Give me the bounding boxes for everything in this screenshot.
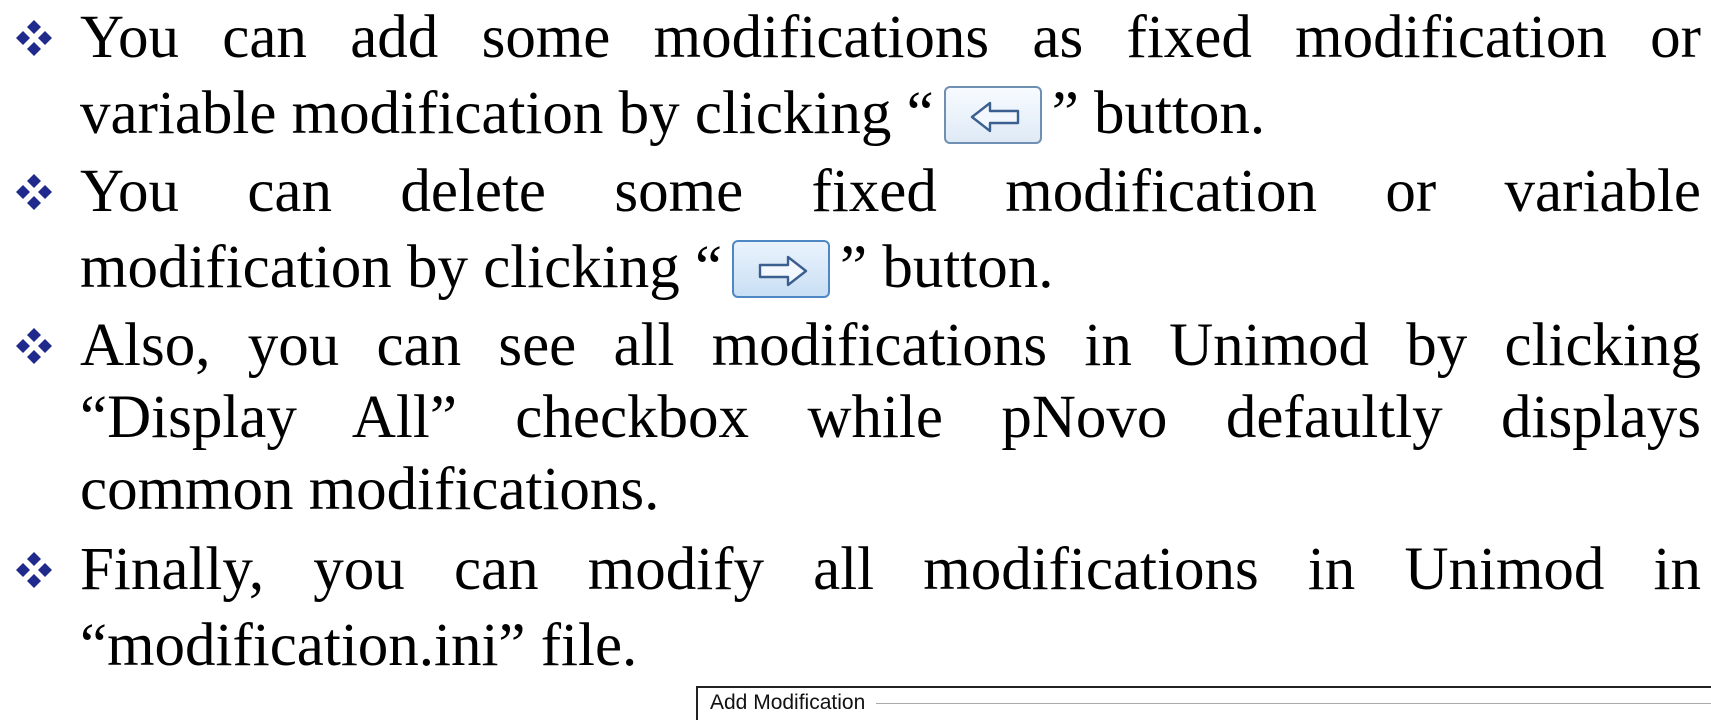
slide-page: You can add some modifications as fixed …: [0, 0, 1711, 720]
bullet-line: “Display All” checkbox while pNovo defau…: [80, 384, 1701, 451]
line-text-after: ” button.: [840, 234, 1054, 301]
add-modification-dialog: Add Modification: [696, 686, 1711, 720]
arrow-left-icon: [970, 101, 1019, 133]
line-text-before: modification by clicking “: [80, 234, 723, 301]
arrow-right-icon: [758, 255, 808, 287]
bullet-line: Finally, you can modify all modification…: [80, 536, 1701, 603]
bullet-line: You can add some modifications as fixed …: [80, 4, 1701, 71]
bullet-line: You can delete some fixed modification o…: [80, 158, 1701, 225]
dialog-title-divider: [876, 703, 1711, 704]
bullet-line: “modification.ini” file.: [80, 612, 638, 679]
four-diamond-bullet-icon: [16, 328, 52, 364]
line-text-before: variable modification by clicking “: [80, 80, 934, 147]
add-modification-button[interactable]: [943, 86, 1042, 144]
bullet-line: common modifications.: [80, 456, 660, 523]
line-text-after: ” button.: [1051, 80, 1266, 147]
delete-modification-button[interactable]: [732, 240, 831, 298]
four-diamond-bullet-icon: [16, 20, 52, 56]
bullet-line: Also, you can see all modifications in U…: [80, 312, 1701, 379]
four-diamond-bullet-icon: [16, 174, 52, 210]
four-diamond-bullet-icon: [16, 552, 52, 588]
bullet-line: modification by clicking “ ” button.: [80, 230, 1701, 306]
bullet-line: variable modification by clicking “ ” but…: [80, 76, 1701, 152]
dialog-title: Add Modification: [710, 691, 866, 714]
